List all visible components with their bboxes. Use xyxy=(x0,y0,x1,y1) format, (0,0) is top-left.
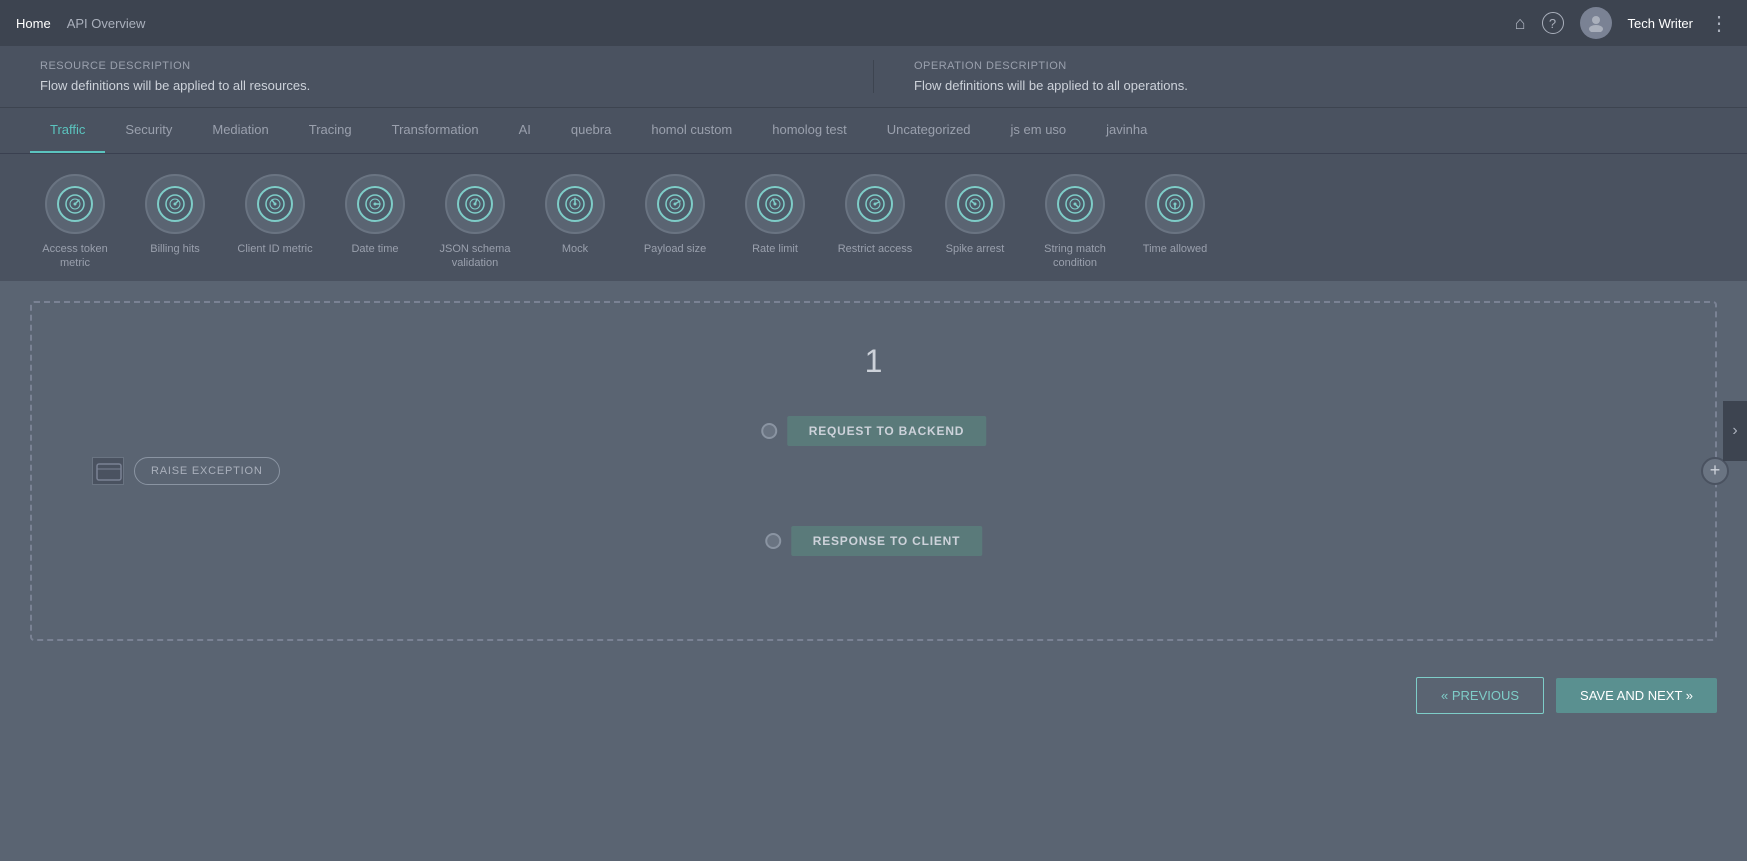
tab-transformation[interactable]: Transformation xyxy=(372,108,499,153)
resource-description-label: Resource description xyxy=(40,60,833,72)
gauge-icon xyxy=(1057,186,1093,222)
response-to-client-button[interactable]: RESPONSE TO CLIENT xyxy=(791,526,983,556)
canvas-wrapper: 1 RAISE EXCEPTION REQUEST TO BACKEND RES… xyxy=(0,281,1747,661)
policy-client-id-metric[interactable]: Client ID metric xyxy=(230,174,320,271)
policy-restrict-access[interactable]: Restrict access xyxy=(830,174,920,271)
policy-access-token-metric[interactable]: Access token metric xyxy=(30,174,120,271)
policy-label: String match condition xyxy=(1030,242,1120,271)
tabs-bar: Traffic Security Mediation Tracing Trans… xyxy=(0,108,1747,154)
policy-label: Payload size xyxy=(644,242,706,256)
username: Tech Writer xyxy=(1628,16,1694,31)
header: Home API Overview ⌂ ? Tech Writer ⋮ xyxy=(0,0,1747,46)
footer: « PREVIOUS SAVE AND NEXT » xyxy=(0,661,1747,730)
resource-description-text: Flow definitions will be applied to all … xyxy=(40,78,833,93)
response-to-client-row: RESPONSE TO CLIENT xyxy=(765,526,983,556)
request-to-backend-button[interactable]: REQUEST TO BACKEND xyxy=(787,416,987,446)
operation-description: Operation description Flow definitions w… xyxy=(914,60,1707,93)
policy-label: JSON schema validation xyxy=(430,242,520,271)
api-overview-link[interactable]: API Overview xyxy=(67,16,146,31)
policy-mock[interactable]: Mock xyxy=(530,174,620,271)
tab-js-em-uso[interactable]: js em uso xyxy=(991,108,1087,153)
policy-label: Spike arrest xyxy=(946,242,1005,256)
policy-label: Date time xyxy=(351,242,398,256)
request-backend-dot xyxy=(761,423,777,439)
gauge-icon xyxy=(857,186,893,222)
tab-javinha[interactable]: javinha xyxy=(1086,108,1167,153)
tab-tracing[interactable]: Tracing xyxy=(289,108,372,153)
policy-icon-circle xyxy=(345,174,405,234)
request-to-backend-row: REQUEST TO BACKEND xyxy=(761,416,987,446)
tab-homolog-test[interactable]: homolog test xyxy=(752,108,866,153)
policy-icon-circle xyxy=(1045,174,1105,234)
policy-label: Client ID metric xyxy=(237,242,312,256)
policy-icon-circle xyxy=(45,174,105,234)
policy-icon-circle xyxy=(145,174,205,234)
gauge-icon xyxy=(957,186,993,222)
resource-description: Resource description Flow definitions wi… xyxy=(40,60,833,93)
policy-billing-hits[interactable]: Billing hits xyxy=(130,174,220,271)
help-icon[interactable]: ? xyxy=(1542,12,1564,34)
policy-rate-limit[interactable]: Rate limit xyxy=(730,174,820,271)
operation-description-text: Flow definitions will be applied to all … xyxy=(914,78,1707,93)
raise-exception-box xyxy=(92,457,124,485)
canvas-area: 1 RAISE EXCEPTION REQUEST TO BACKEND RES… xyxy=(30,301,1717,641)
policy-label: Restrict access xyxy=(838,242,913,256)
previous-button[interactable]: « PREVIOUS xyxy=(1416,677,1544,714)
menu-button[interactable]: ⋮ xyxy=(1709,11,1731,36)
operation-description-label: Operation description xyxy=(914,60,1707,72)
home-link[interactable]: Home xyxy=(16,16,51,31)
gauge-icon xyxy=(357,186,393,222)
home-icon[interactable]: ⌂ xyxy=(1515,13,1526,34)
canvas-number: 1 xyxy=(865,343,883,380)
policy-icon-circle xyxy=(545,174,605,234)
policy-payload-size[interactable]: Payload size xyxy=(630,174,720,271)
policy-spike-arrest[interactable]: Spike arrest xyxy=(930,174,1020,271)
policy-label: Mock xyxy=(562,242,588,256)
tab-ai[interactable]: AI xyxy=(499,108,551,153)
avatar xyxy=(1580,7,1612,39)
policy-icon-circle xyxy=(645,174,705,234)
tab-traffic[interactable]: Traffic xyxy=(30,108,105,153)
tab-mediation[interactable]: Mediation xyxy=(192,108,288,153)
gauge-icon xyxy=(157,186,193,222)
policy-label: Billing hits xyxy=(150,242,200,256)
gauge-icon xyxy=(457,186,493,222)
tab-quebra[interactable]: quebra xyxy=(551,108,631,153)
raise-exception-row: RAISE EXCEPTION xyxy=(92,457,280,485)
policy-area: Access token metric Billing hits xyxy=(0,154,1747,281)
policy-icon-circle xyxy=(745,174,805,234)
policy-label: Rate limit xyxy=(752,242,798,256)
raise-exception-button[interactable]: RAISE EXCEPTION xyxy=(134,457,280,485)
policy-label: Access token metric xyxy=(30,242,120,271)
tab-uncategorized[interactable]: Uncategorized xyxy=(867,108,991,153)
canvas-add-button[interactable]: + xyxy=(1701,457,1729,485)
right-arrow-button[interactable]: › xyxy=(1723,401,1747,461)
tab-security[interactable]: Security xyxy=(105,108,192,153)
policy-icon-circle xyxy=(1145,174,1205,234)
policy-icon-circle xyxy=(245,174,305,234)
policy-icon-circle xyxy=(445,174,505,234)
description-bar: Resource description Flow definitions wi… xyxy=(0,46,1747,108)
policy-icon-circle xyxy=(845,174,905,234)
gauge-icon xyxy=(657,186,693,222)
header-nav: Home API Overview xyxy=(16,16,1499,31)
response-client-dot xyxy=(765,533,781,549)
policy-date-time[interactable]: Date time xyxy=(330,174,420,271)
policy-icon-circle xyxy=(945,174,1005,234)
tab-homol-custom[interactable]: homol custom xyxy=(631,108,752,153)
gauge-icon xyxy=(57,186,93,222)
gauge-icon xyxy=(757,186,793,222)
gauge-icon xyxy=(257,186,293,222)
gauge-icon xyxy=(1157,186,1193,222)
save-and-next-button[interactable]: SAVE AND NEXT » xyxy=(1556,678,1717,713)
policy-json-schema-validation[interactable]: JSON schema validation xyxy=(430,174,520,271)
header-right: ⌂ ? Tech Writer ⋮ xyxy=(1515,7,1731,39)
policy-string-match-condition[interactable]: String match condition xyxy=(1030,174,1120,271)
gauge-icon xyxy=(557,186,593,222)
policy-time-allowed[interactable]: Time allowed xyxy=(1130,174,1220,271)
policy-label: Time allowed xyxy=(1143,242,1207,256)
